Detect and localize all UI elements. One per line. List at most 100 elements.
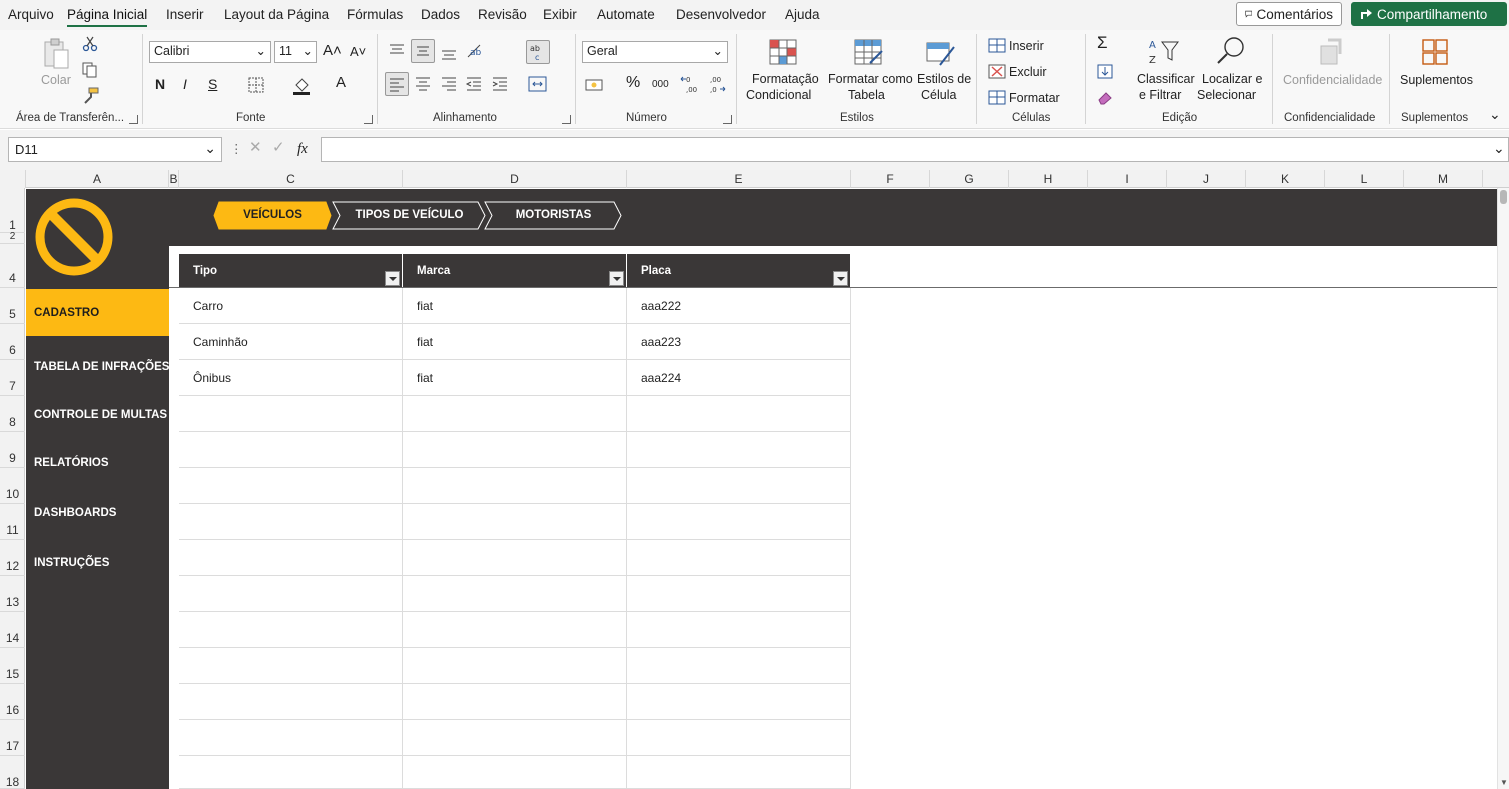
insert-cells-label[interactable]: Inserir <box>1009 38 1044 54</box>
thousands-button[interactable]: 000 <box>652 77 669 93</box>
column-header-c[interactable]: C <box>179 170 403 188</box>
scroll-down-icon[interactable]: ▼ <box>1500 778 1508 787</box>
menu-ajuda[interactable]: Ajuda <box>785 7 820 22</box>
nav-tabela-infracoes[interactable]: TABELA DE INFRAÇÕES <box>26 361 169 373</box>
empty-cell[interactable] <box>627 756 851 789</box>
addins-icon[interactable] <box>1421 38 1449 66</box>
decrease-font-icon[interactable]: A˅ <box>350 44 366 60</box>
sheet-area[interactable]: VEÍCULOS TIPOS DE VEÍCULO MOTORISTAS CAD… <box>26 189 1497 789</box>
cancel-icon[interactable]: ✕ <box>249 140 262 156</box>
increase-font-icon[interactable]: A˄ <box>323 43 342 59</box>
row-header-17[interactable]: 17 <box>0 720 25 756</box>
empty-cell[interactable] <box>627 540 851 576</box>
find-select-line1[interactable]: Localizar e <box>1202 71 1262 87</box>
fill-icon[interactable] <box>1097 64 1113 79</box>
filter-dropdown-icon[interactable] <box>385 271 400 286</box>
table-cell[interactable]: aaa223 <box>627 324 851 360</box>
column-header-d[interactable]: D <box>403 170 627 188</box>
collapse-ribbon-icon[interactable]: ⌄ <box>1489 106 1501 122</box>
merge-center-icon[interactable] <box>528 75 548 93</box>
empty-cell[interactable] <box>627 432 851 468</box>
insert-function-icon[interactable]: fx <box>297 141 308 157</box>
format-cells-icon[interactable] <box>988 90 1006 105</box>
clipboard-launcher[interactable] <box>129 115 138 124</box>
menu-automate[interactable]: Automate <box>597 7 655 22</box>
empty-cell[interactable] <box>627 720 851 756</box>
empty-cell[interactable] <box>627 684 851 720</box>
format-as-table-line1[interactable]: Formatar como <box>828 71 913 87</box>
align-right-icon[interactable] <box>440 75 458 93</box>
align-center-icon[interactable] <box>414 75 432 93</box>
empty-cell[interactable] <box>627 504 851 540</box>
font-size-select[interactable]: 11 ⌄ <box>274 41 317 63</box>
table-cell[interactable]: fiat <box>403 360 627 396</box>
column-header-g[interactable]: G <box>930 170 1009 188</box>
row-header-4[interactable]: 4 <box>0 244 25 288</box>
enter-icon[interactable]: ✓ <box>272 140 285 156</box>
menu-arquivo[interactable]: Arquivo <box>8 7 54 22</box>
empty-cell[interactable] <box>627 612 851 648</box>
column-header-b[interactable]: B <box>169 170 179 188</box>
column-header-i[interactable]: I <box>1088 170 1167 188</box>
menu-layout-pagina[interactable]: Layout da Página <box>224 7 329 22</box>
paste-label[interactable]: Colar <box>41 72 71 88</box>
empty-cell[interactable] <box>403 432 627 468</box>
tab-veiculos[interactable]: VEÍCULOS <box>213 201 332 230</box>
nav-relatorios[interactable]: RELATÓRIOS <box>26 457 169 469</box>
empty-cell[interactable] <box>179 540 403 576</box>
menu-pagina-inicial[interactable]: Página Inicial <box>67 7 148 27</box>
row-header-2[interactable]: 2 <box>0 232 25 244</box>
increase-decimal-icon[interactable]: 0,00 <box>680 74 700 94</box>
row-header-11[interactable]: 11 <box>0 504 25 540</box>
empty-cell[interactable] <box>179 720 403 756</box>
column-header-h[interactable]: H <box>1009 170 1088 188</box>
empty-cell[interactable] <box>627 576 851 612</box>
conditional-formatting-line2[interactable]: Condicional <box>746 87 811 103</box>
row-header-18[interactable]: 18 <box>0 756 25 789</box>
scrollbar-thumb[interactable] <box>1500 190 1507 204</box>
vertical-scrollbar[interactable]: ▼ <box>1497 188 1509 789</box>
autosum-icon[interactable]: Σ <box>1097 34 1108 51</box>
empty-cell[interactable] <box>403 576 627 612</box>
menu-desenvolvedor[interactable]: Desenvolvedor <box>676 7 766 22</box>
formula-input[interactable] <box>321 137 1509 162</box>
format-as-table-line2[interactable]: Tabela <box>848 87 885 103</box>
empty-cell[interactable] <box>627 468 851 504</box>
expand-formula-icon[interactable]: ⌄ <box>1493 140 1505 156</box>
align-middle-button[interactable] <box>411 39 435 63</box>
decrease-decimal-icon[interactable]: ,00,0 <box>706 74 726 94</box>
column-header-m[interactable]: M <box>1404 170 1483 188</box>
table-cell[interactable]: Caminhão <box>179 324 403 360</box>
number-format-select[interactable]: Geral ⌄ <box>582 41 728 63</box>
wrap-text-button[interactable]: ab c <box>526 40 550 64</box>
currency-icon[interactable] <box>585 77 605 93</box>
empty-cell[interactable] <box>627 648 851 684</box>
row-header-12[interactable]: 12 <box>0 540 25 576</box>
tab-tipos-veiculo[interactable]: TIPOS DE VEÍCULO <box>332 201 487 230</box>
find-select-line2[interactable]: Selecionar <box>1197 87 1256 103</box>
cell-styles-icon[interactable] <box>926 39 956 67</box>
share-button[interactable]: Compartilhamento <box>1351 2 1507 26</box>
format-painter-icon[interactable] <box>82 87 99 104</box>
increase-indent-icon[interactable] <box>491 75 509 93</box>
empty-cell[interactable] <box>403 756 627 789</box>
empty-cell[interactable] <box>179 396 403 432</box>
tab-motoristas[interactable]: MOTORISTAS <box>484 201 623 230</box>
percent-button[interactable]: % <box>626 75 640 91</box>
nav-dashboards[interactable]: DASHBOARDS <box>26 507 169 519</box>
more-options-icon[interactable]: ⋮ <box>230 141 243 157</box>
format-as-table-icon[interactable] <box>854 39 884 67</box>
column-header-e[interactable]: E <box>627 170 851 188</box>
row-header-1[interactable]: 1 <box>0 188 25 233</box>
conditional-formatting-icon[interactable] <box>769 39 799 67</box>
decrease-indent-icon[interactable] <box>465 75 483 93</box>
orientation-icon[interactable]: ab <box>466 42 488 60</box>
empty-cell[interactable] <box>179 576 403 612</box>
fill-color-icon[interactable] <box>292 75 312 95</box>
row-header-5[interactable]: 5 <box>0 288 25 324</box>
align-bottom-icon[interactable] <box>440 44 458 62</box>
alignment-launcher[interactable] <box>562 115 571 124</box>
empty-cell[interactable] <box>403 612 627 648</box>
number-launcher[interactable] <box>723 115 732 124</box>
empty-cell[interactable] <box>403 396 627 432</box>
